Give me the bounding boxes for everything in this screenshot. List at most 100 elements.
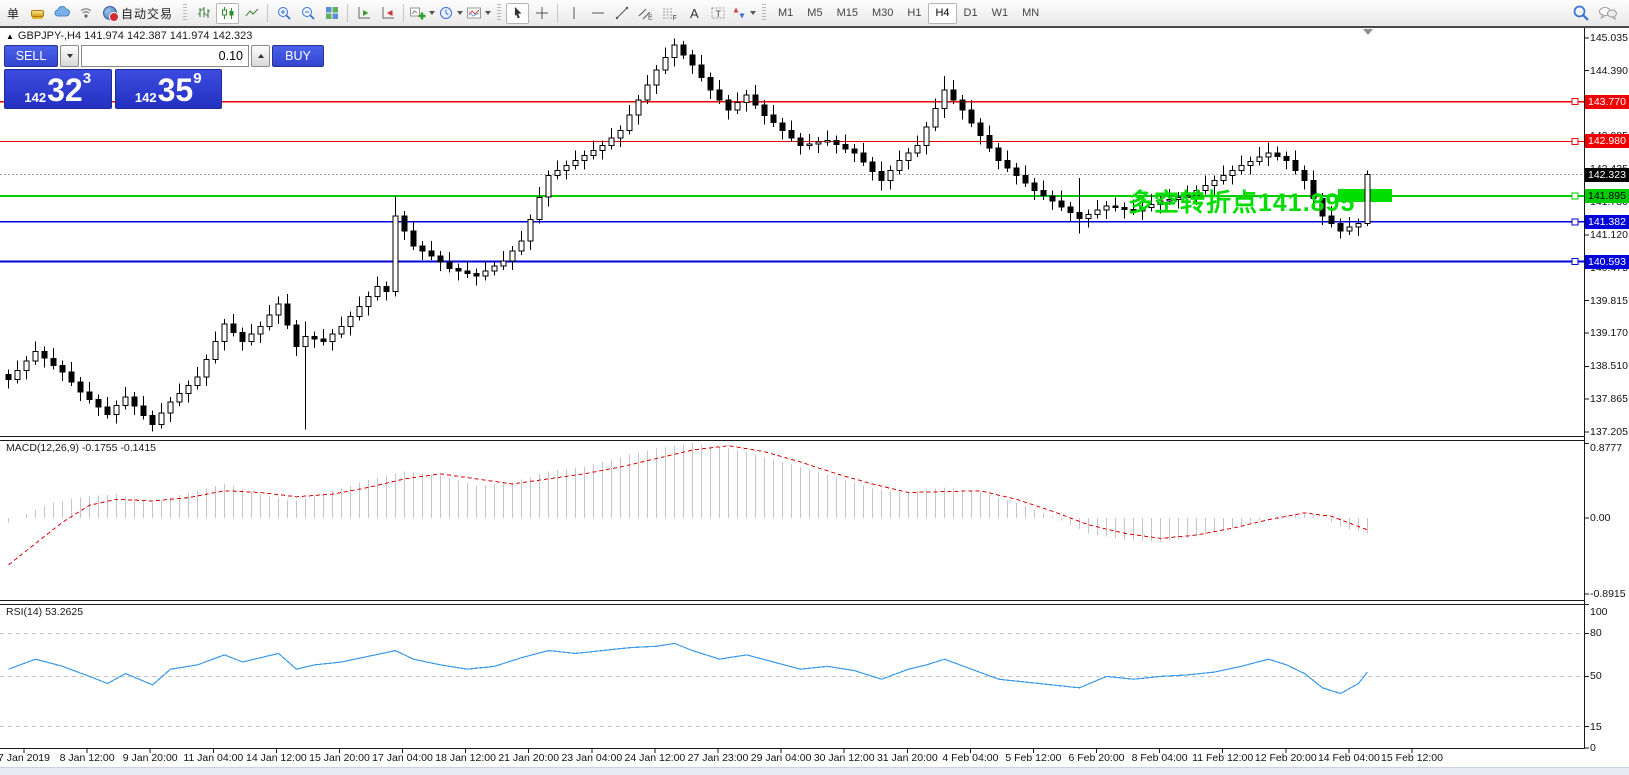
signal-button[interactable]: [74, 3, 97, 24]
text-icon: A: [690, 6, 699, 21]
trendline-icon: [615, 6, 628, 20]
cursor-tool-button[interactable]: [506, 2, 530, 24]
price-tag-143.770[interactable]: 143.770: [1585, 94, 1629, 109]
sell-button[interactable]: SELL: [4, 45, 58, 67]
macd-axis-label: -0.8915: [1590, 587, 1626, 600]
toolbar-separator: [557, 4, 559, 22]
channel-icon: E: [638, 8, 653, 21]
vertical-line-tool-button[interactable]: [562, 3, 585, 24]
time-axis-label: 6 Feb 20:00: [1068, 752, 1125, 764]
time-axis-label: 27 Jan 23:00: [687, 752, 749, 764]
timeframe-mn-button[interactable]: MN: [1015, 3, 1046, 24]
time-axis-label: 31 Jan 20:00: [876, 752, 938, 764]
time-axis-label: 11 Feb 12:00: [1192, 752, 1254, 764]
tile-windows-button[interactable]: [320, 3, 343, 24]
timeframe-w1-button[interactable]: W1: [985, 3, 1016, 24]
bar-chart-mode-button[interactable]: [192, 3, 215, 24]
trendline-tool-button[interactable]: [610, 3, 633, 24]
templates-button[interactable]: [465, 3, 492, 24]
volume-increase-button[interactable]: [251, 45, 270, 67]
price-tag-142.323[interactable]: 142.323: [1585, 167, 1629, 182]
time-axis-label: 21 Jan 20:00: [498, 752, 560, 764]
price-tag-141.895[interactable]: 141.895: [1585, 189, 1629, 203]
main-toolbar: 单 自动交易 E F A T M1 M5 M15 M30 H1 H4 D1 W1…: [0, 0, 1629, 26]
zoom-in-button[interactable]: [272, 3, 295, 24]
auto-scroll-icon: [382, 7, 394, 19]
buy-price-prefix: 142: [134, 90, 157, 105]
signal-icon: [80, 8, 91, 18]
time-axis-label: 8 Feb 04:00: [1131, 752, 1188, 764]
time-axis-label: 7 Jan 2019: [0, 752, 50, 764]
auto-trading-icon: [103, 6, 119, 22]
chart-canvas[interactable]: [0, 26, 1629, 775]
time-axis-label: 17 Jan 04:00: [372, 752, 433, 764]
chat-button[interactable]: [1596, 3, 1619, 24]
auto-scroll-button[interactable]: [376, 3, 399, 24]
text-label-tool-button[interactable]: T: [706, 3, 729, 24]
time-axis-label: 15 Jan 20:00: [309, 752, 370, 764]
timeframe-m1-button[interactable]: M1: [771, 3, 800, 24]
price-tag-142.980[interactable]: 142.980: [1585, 134, 1629, 149]
publisher-button[interactable]: [50, 3, 73, 24]
candlestick-icon: [221, 7, 234, 19]
template-icon: [467, 7, 482, 19]
equidistant-channel-tool-button[interactable]: E: [634, 3, 657, 24]
zoom-in-icon: [277, 7, 291, 20]
clock-icon: [440, 7, 453, 19]
price-axis-label: 137.205: [1590, 426, 1628, 438]
price-axis-label: 145.035: [1590, 32, 1628, 44]
rsi-axis-label: 15: [1590, 720, 1602, 733]
time-axis-label: 15 Feb 12:00: [1381, 752, 1443, 764]
market-watch-button[interactable]: [26, 3, 49, 24]
horizontal-line-tool-button[interactable]: [586, 3, 609, 24]
price-tag-140.593[interactable]: 140.593: [1585, 254, 1629, 269]
auto-trading-button[interactable]: 自动交易: [98, 3, 178, 24]
price-axis-label: 139.815: [1590, 294, 1628, 307]
sell-price-prefix: 142: [24, 90, 47, 105]
zoom-out-button[interactable]: [296, 3, 319, 24]
chart-window[interactable]: ▲ GBPJPY-,H4 141.974 142.387 141.974 142.…: [0, 26, 1629, 775]
volume-input[interactable]: [81, 45, 249, 67]
candlestick-mode-button[interactable]: [216, 2, 240, 24]
bottom-strip: [0, 767, 1629, 775]
volume-dropdown-button[interactable]: [60, 45, 79, 67]
buy-price-display[interactable]: 142 35 9: [114, 69, 222, 109]
dropdown-caret-icon: [429, 11, 436, 15]
new-order-button[interactable]: 单: [2, 3, 25, 24]
dropdown-caret-icon: [485, 11, 492, 15]
time-axis-label: 9 Jan 20:00: [122, 752, 178, 764]
pivot-annotation-text[interactable]: 多空转折点141.895: [1128, 183, 1355, 219]
timeframe-h4-button[interactable]: H4: [928, 2, 957, 24]
sell-price-display[interactable]: 142 32 3: [4, 69, 112, 109]
crosshair-tool-button[interactable]: [530, 3, 553, 24]
timeframe-m5-button[interactable]: M5: [800, 3, 829, 24]
add-indicator-button[interactable]: [408, 3, 436, 24]
text-tool-button[interactable]: A: [682, 3, 705, 24]
tile-windows-icon: [325, 7, 338, 19]
scroll-position-marker-icon: [1363, 29, 1373, 35]
line-chart-mode-button[interactable]: [240, 3, 263, 24]
timeframe-m30-button[interactable]: M30: [865, 3, 900, 24]
search-button[interactable]: [1569, 3, 1592, 24]
collapse-arrow-icon[interactable]: ▲: [6, 32, 14, 41]
sell-price-big: 32: [47, 72, 83, 108]
toolbar-separator: [267, 4, 269, 22]
macd-axis-label: 0.00: [1590, 512, 1611, 524]
cursor-icon: [514, 7, 522, 19]
price-tag-141.382[interactable]: 141.382: [1585, 214, 1629, 229]
buy-button[interactable]: BUY: [272, 45, 324, 67]
rsi-axis-label: 50: [1590, 670, 1602, 683]
zoom-out-icon: [301, 7, 315, 20]
vertical-line-icon: [573, 7, 575, 19]
one-click-trading-panel: SELL BUY 142323 142359: [4, 45, 324, 109]
periods-button[interactable]: [437, 3, 464, 24]
timeframe-d1-button[interactable]: D1: [957, 3, 985, 24]
fibonacci-tool-button[interactable]: F: [658, 3, 681, 24]
toolbar-grip: [497, 4, 502, 22]
chart-shift-button[interactable]: [352, 3, 375, 24]
arrows-icon: [733, 7, 745, 19]
timeframe-h1-button[interactable]: H1: [900, 3, 928, 24]
toolbar-separator: [347, 4, 349, 22]
arrows-tool-button[interactable]: [730, 3, 757, 24]
timeframe-m15-button[interactable]: M15: [830, 3, 865, 24]
